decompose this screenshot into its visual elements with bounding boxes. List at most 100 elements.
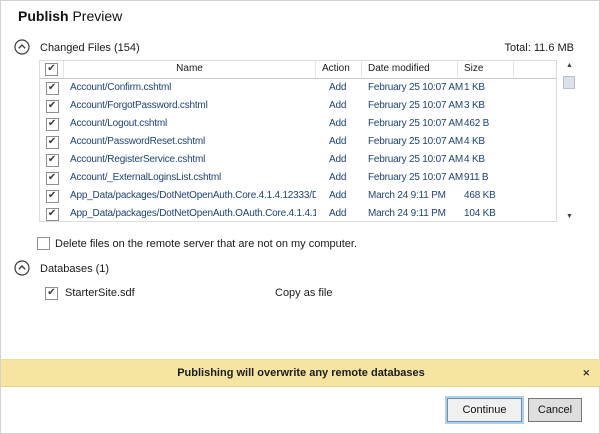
row-checkbox[interactable]: ✔ (46, 118, 59, 131)
changed-files-section-label: Changed Files (154) (40, 42, 140, 54)
row-filler-cell (514, 115, 556, 133)
page-title-rest: Preview (72, 8, 122, 24)
file-action: Add (316, 115, 362, 133)
collapse-changed-files-button[interactable] (14, 39, 30, 55)
table-body: ✔Account/Confirm.cshtmlAddFebruary 25 10… (40, 79, 556, 222)
scroll-down-icon[interactable]: ▼ (561, 212, 578, 222)
row-checkbox-cell: ✔ (40, 205, 64, 222)
row-checkbox-cell: ✔ (40, 169, 64, 187)
close-icon[interactable]: ✕ (582, 360, 590, 386)
row-checkbox[interactable]: ✔ (46, 136, 59, 149)
file-size: 4 KB (458, 151, 514, 169)
file-date-modified: February 25 10:07 AM (362, 79, 458, 97)
table-row[interactable]: ✔ Account/_ExternalLoginsList.cshtmlAddFe… (40, 169, 556, 187)
table-row[interactable]: ✔ Account/ForgotPassword.cshtmlAddFebruar… (40, 97, 556, 115)
column-header-filler (514, 61, 556, 78)
file-action: Add (316, 97, 362, 115)
scroll-up-icon[interactable]: ▲ (561, 61, 578, 71)
changed-files-table: ✔ Name Action Date modified Size ✔ Accoun… (39, 60, 557, 222)
row-filler-cell (514, 169, 556, 187)
scrollbar-thumb[interactable] (563, 76, 575, 89)
file-date-modified: February 25 10:07 AM (362, 151, 458, 169)
file-name: Account/Logout.cshtml (64, 115, 316, 133)
databases-section-label: Databases (1) (40, 263, 109, 275)
delete-files-label: Delete files on the remote server that a… (55, 238, 357, 250)
file-action: Add (316, 151, 362, 169)
file-date-modified: March 24 9:11 PM (362, 187, 458, 205)
row-filler-cell (514, 187, 556, 205)
column-header-name[interactable]: Name (64, 61, 316, 78)
file-size: 468 KB (458, 187, 514, 205)
row-checkbox-cell: ✔ (40, 151, 64, 169)
table-header-row: ✔ Name Action Date modified Size (40, 61, 556, 79)
row-checkbox[interactable]: ✔ (46, 208, 59, 221)
warning-bar: Publishing will overwrite any remote dat… (1, 359, 600, 387)
file-name: Account/ForgotPassword.cshtml (64, 97, 316, 115)
table-scrollbar[interactable]: ▲ ▼ (561, 61, 578, 222)
cancel-button[interactable]: Cancel (528, 398, 582, 422)
table-row[interactable]: ✔ App_Data/packages/DotNetOpenAuth.OAuth.… (40, 205, 556, 222)
file-action: Add (316, 187, 362, 205)
row-filler-cell (514, 79, 556, 97)
file-date-modified: February 25 10:07 AM (362, 115, 458, 133)
file-date-modified: February 25 10:07 AM (362, 169, 458, 187)
delete-files-option[interactable]: Delete files on the remote server that a… (37, 237, 357, 250)
row-checkbox-cell: ✔ (40, 115, 64, 133)
table-row[interactable]: ✔ Account/Logout.cshtmlAddFebruary 25 10:… (40, 115, 556, 133)
row-checkbox[interactable]: ✔ (46, 172, 59, 185)
database-name: StarterSite.sdf (65, 287, 135, 299)
file-action: Add (316, 133, 362, 151)
select-all-checkbox-cell: ✔ (40, 61, 64, 78)
row-filler-cell (514, 97, 556, 115)
row-checkbox[interactable]: ✔ (46, 154, 59, 167)
database-copy-mode: Copy as file (275, 287, 332, 299)
warning-message: Publishing will overwrite any remote dat… (177, 367, 425, 379)
file-date-modified: March 24 9:11 PM (362, 205, 458, 222)
row-checkbox-cell: ✔ (40, 133, 64, 151)
file-size: 4 KB (458, 133, 514, 151)
table-row[interactable]: ✔ App_Data/packages/DotNetOpenAuth.Core.4… (40, 187, 556, 205)
table-row[interactable]: ✔ Account/RegisterService.cshtmlAddFebrua… (40, 151, 556, 169)
file-name: Account/Confirm.cshtml (64, 79, 316, 97)
table-row[interactable]: ✔ Account/Confirm.cshtmlAddFebruary 25 10… (40, 79, 556, 97)
file-date-modified: February 25 10:07 AM (362, 97, 458, 115)
file-action: Add (316, 79, 362, 97)
continue-button[interactable]: Continue (447, 398, 522, 422)
select-all-checkbox[interactable]: ✔ (45, 63, 58, 76)
delete-files-checkbox[interactable] (37, 237, 50, 250)
row-checkbox[interactable]: ✔ (46, 100, 59, 113)
page-title: Publish Preview (18, 8, 122, 24)
file-date-modified: February 25 10:07 AM (362, 133, 458, 151)
column-header-date-modified[interactable]: Date modified (362, 61, 458, 78)
chevron-up-circle-icon (14, 39, 30, 55)
file-name: App_Data/packages/DotNetOpenAuth.OAuth.C… (64, 205, 316, 222)
row-filler-cell (514, 151, 556, 169)
file-size: 104 KB (458, 205, 514, 222)
publish-preview-dialog: Publish Preview Changed Files (154) Tota… (0, 0, 600, 434)
database-checkbox[interactable]: ✔ (45, 287, 58, 300)
row-checkbox-cell: ✔ (40, 79, 64, 97)
file-size: 3 KB (458, 97, 514, 115)
file-size: 1 KB (458, 79, 514, 97)
page-title-bold: Publish (18, 8, 69, 24)
file-action: Add (316, 205, 362, 222)
row-checkbox-cell: ✔ (40, 97, 64, 115)
file-size: 462 B (458, 115, 514, 133)
collapse-databases-button[interactable] (14, 260, 30, 276)
chevron-up-circle-icon (14, 260, 30, 276)
file-name: App_Data/packages/DotNetOpenAuth.Core.4.… (64, 187, 316, 205)
row-checkbox[interactable]: ✔ (46, 82, 59, 95)
file-name: Account/RegisterService.cshtml (64, 151, 316, 169)
row-filler-cell (514, 205, 556, 222)
row-checkbox[interactable]: ✔ (46, 190, 59, 203)
file-size: 911 B (458, 169, 514, 187)
column-header-size[interactable]: Size (458, 61, 514, 78)
row-filler-cell (514, 133, 556, 151)
file-name: Account/_ExternalLoginsList.cshtml (64, 169, 316, 187)
table-row[interactable]: ✔ Account/PasswordReset.cshtmlAddFebruary… (40, 133, 556, 151)
file-name: Account/PasswordReset.cshtml (64, 133, 316, 151)
total-size-label: Total: 11.6 MB (505, 42, 575, 54)
row-checkbox-cell: ✔ (40, 187, 64, 205)
column-header-action[interactable]: Action (316, 61, 362, 78)
file-action: Add (316, 169, 362, 187)
